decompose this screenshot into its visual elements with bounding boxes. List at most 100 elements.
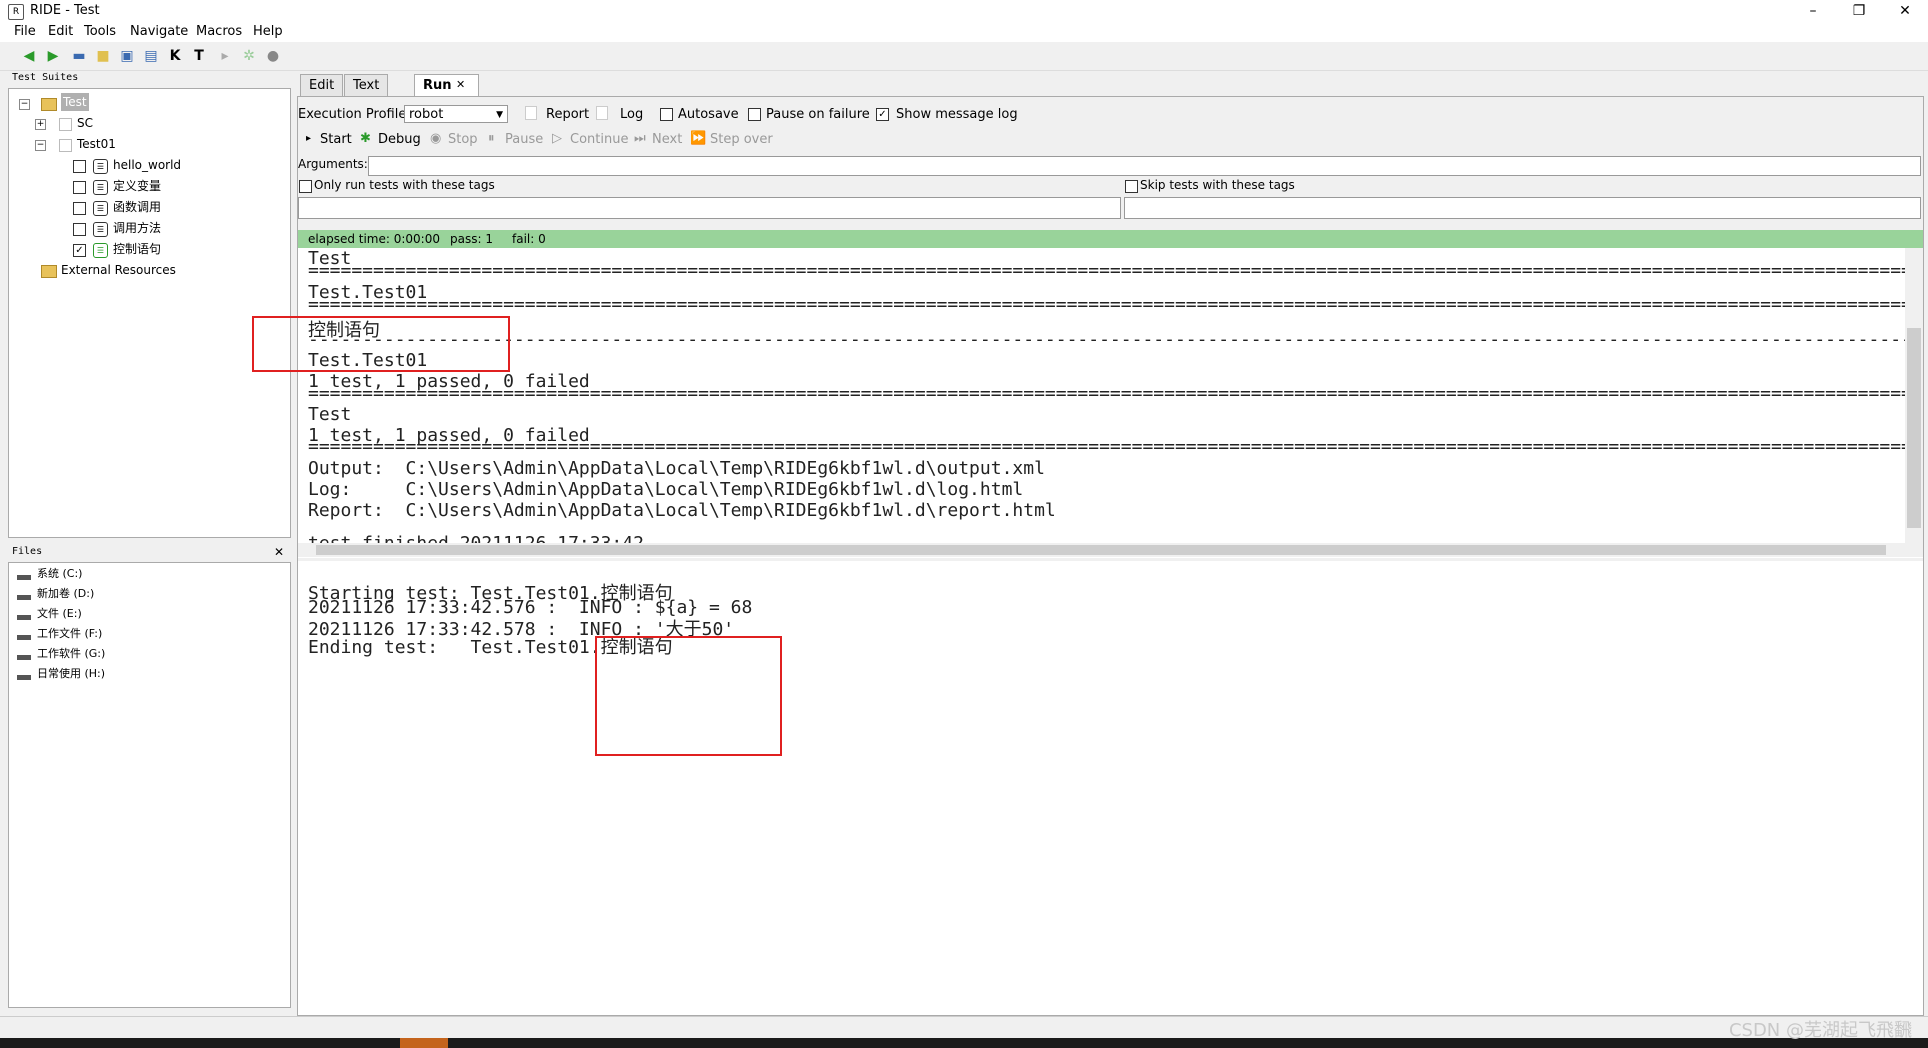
drive-icon <box>17 635 31 640</box>
forward-icon[interactable]: ▶ <box>44 47 62 65</box>
stop-icon[interactable]: ● <box>264 47 282 65</box>
test-tags-icon[interactable]: T <box>190 47 208 65</box>
step-over-icon: ⏩ <box>690 131 707 146</box>
tree-node-sc[interactable]: SC <box>77 114 93 132</box>
start-button[interactable]: Start <box>320 132 352 147</box>
show-message-log-checkbox[interactable]: ✓ <box>876 108 889 121</box>
close-button[interactable]: ✕ <box>1882 0 1928 22</box>
run-panel: Execution Profile: robot ▼ Report Log Au… <box>297 96 1924 1016</box>
menu-file[interactable]: File <box>14 24 36 39</box>
open-folder-icon[interactable]: ▬ <box>70 47 88 65</box>
settings-icon[interactable]: ✲ <box>240 47 258 65</box>
checkbox-checked[interactable]: ✓ <box>73 244 86 257</box>
output-line: Test <box>308 404 352 425</box>
highlight-box <box>252 316 510 372</box>
continue-button[interactable]: Continue <box>570 132 628 147</box>
close-tab-icon[interactable]: ✕ <box>456 78 465 91</box>
back-icon[interactable]: ◀ <box>20 47 38 65</box>
window-title: RIDE - Test <box>30 3 100 18</box>
files-tree: 系统 (C:) 新加卷 (D:) 文件 (E:) 工作文件 (F:) 工作软件 … <box>8 562 291 1008</box>
menu-help[interactable]: Help <box>253 24 283 39</box>
scroll-thumb[interactable] <box>1907 328 1921 528</box>
show-message-log-label: Show message log <box>896 107 1018 122</box>
tree-node-test[interactable]: Test <box>61 93 89 111</box>
checkbox[interactable] <box>73 202 86 215</box>
output-vertical-scrollbar[interactable] <box>1905 248 1923 544</box>
tab-edit[interactable]: Edit <box>300 74 344 97</box>
pause-on-failure-checkbox[interactable] <box>748 108 761 121</box>
skip-tags-label: Skip tests with these tags <box>1140 178 1295 192</box>
tab-run[interactable]: Run <box>414 74 479 97</box>
collapse-icon[interactable]: − <box>35 140 46 151</box>
taskbar-item[interactable] <box>400 1038 448 1048</box>
drive-icon <box>17 615 31 620</box>
arguments-input[interactable] <box>368 156 1921 176</box>
save-icon[interactable]: ▣ <box>118 47 136 65</box>
tree-node-case[interactable]: 调用方法 <box>113 219 161 237</box>
play-icon[interactable]: ▸ <box>216 47 234 65</box>
output-line: Report: C:\Users\Admin\AppData\Local\Tem… <box>308 500 1056 521</box>
tree-node-case[interactable]: 定义变量 <box>113 177 161 195</box>
pause-button[interactable]: Pause <box>505 132 543 147</box>
tree-node-test01[interactable]: Test01 <box>77 135 116 153</box>
close-files-button[interactable]: ✕ <box>274 545 284 559</box>
output-console[interactable]: Test ===================================… <box>298 248 1923 558</box>
collapse-icon[interactable]: − <box>19 99 30 110</box>
scroll-thumb[interactable] <box>316 545 1886 555</box>
maximize-button[interactable]: ❐ <box>1836 0 1882 22</box>
drive-item[interactable]: 日常使用 (H:) <box>37 665 105 683</box>
arguments-label: Arguments: <box>298 157 368 171</box>
menu-edit[interactable]: Edit <box>48 24 73 39</box>
autosave-checkbox[interactable] <box>660 108 673 121</box>
new-file-icon[interactable]: ■ <box>94 47 112 65</box>
checkbox[interactable] <box>59 118 72 131</box>
debug-button[interactable]: Debug <box>378 132 421 147</box>
drive-icon <box>17 655 31 660</box>
checkbox[interactable] <box>73 181 86 194</box>
tree-node-case[interactable]: hello_world <box>113 156 181 174</box>
only-run-tags-label: Only run tests with these tags <box>314 178 495 192</box>
checkbox[interactable] <box>73 160 86 173</box>
expand-icon[interactable]: + <box>35 119 46 130</box>
drive-item[interactable]: 文件 (E:) <box>37 605 82 623</box>
execution-profile-select[interactable]: robot ▼ <box>404 105 508 123</box>
tree-node-case[interactable]: 函数调用 <box>113 198 161 216</box>
step-over-button[interactable]: Step over <box>710 132 773 147</box>
menu-macros[interactable]: Macros <box>196 24 242 39</box>
tree-node-external-resources[interactable]: External Resources <box>61 261 176 279</box>
skip-tags-input[interactable] <box>1124 197 1921 219</box>
output-line: ----------------------------------------… <box>308 329 1923 350</box>
test-case-icon: ☰ <box>93 180 108 195</box>
message-log[interactable]: Starting test: Test.Test01.控制语句 20211126… <box>298 561 1923 1015</box>
taskbar <box>0 1038 1928 1048</box>
tab-text-edit[interactable]: Text Edit <box>344 74 389 115</box>
next-button[interactable]: Next <box>652 132 682 147</box>
only-run-tags-checkbox[interactable] <box>299 180 312 193</box>
log-button[interactable]: Log <box>620 107 643 122</box>
checkbox[interactable] <box>73 223 86 236</box>
output-line: ========================================… <box>308 260 1923 281</box>
test-suites-tree: − Test + SC − Test01 ☰ hello_world ☰ 定义变… <box>8 88 291 538</box>
drive-item[interactable]: 工作软件 (G:) <box>37 645 105 663</box>
tree-node-case[interactable]: 控制语句 <box>113 240 161 258</box>
report-button[interactable]: Report <box>546 107 589 122</box>
left-panel: Test Suites − Test + SC − Test01 ☰ hello… <box>8 72 291 1012</box>
output-horizontal-scrollbar[interactable] <box>298 543 1923 557</box>
skip-tags-checkbox[interactable] <box>1125 180 1138 193</box>
fail-count: fail: 0 <box>512 232 546 246</box>
stop-button[interactable]: Stop <box>448 132 478 147</box>
menu-navigate[interactable]: Navigate <box>130 24 188 39</box>
save-all-icon[interactable]: ▤ <box>142 47 160 65</box>
minimize-button[interactable]: – <box>1790 0 1836 22</box>
drive-item[interactable]: 工作文件 (F:) <box>37 625 102 643</box>
test-case-icon: ☰ <box>93 159 108 174</box>
execution-profile-label: Execution Profile: <box>298 107 411 122</box>
only-run-tags-input[interactable] <box>298 197 1121 219</box>
menu-bar: File Edit Tools Navigate Macros Help <box>0 22 1928 42</box>
drive-item[interactable]: 系统 (C:) <box>37 565 82 583</box>
checkbox[interactable] <box>59 139 72 152</box>
menu-tools[interactable]: Tools <box>84 24 116 39</box>
keyword-search-icon[interactable]: K <box>166 47 184 65</box>
autosave-label: Autosave <box>678 107 739 122</box>
drive-item[interactable]: 新加卷 (D:) <box>37 585 94 603</box>
